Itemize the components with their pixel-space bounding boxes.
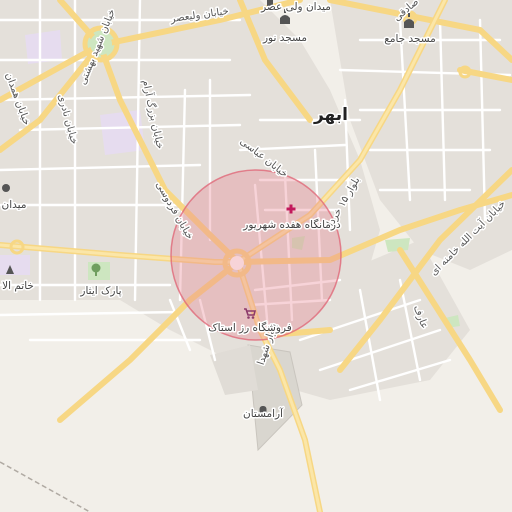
poi-label: آرامستان bbox=[243, 407, 284, 420]
poi-label: مسجد جامع bbox=[384, 33, 436, 45]
poi-label: خاتم الا bbox=[2, 280, 34, 292]
highlight-circle[interactable] bbox=[170, 169, 342, 341]
poi-label: میدان bbox=[2, 199, 27, 211]
poi-label: مسجد نور bbox=[262, 32, 307, 44]
map-canvas[interactable]: خیابان ولیعصر خیابان همدان خیابان نادری … bbox=[0, 0, 512, 512]
poi-label: میدان ولی عصر bbox=[260, 1, 331, 13]
poi-label: پارک ایثار bbox=[79, 285, 121, 297]
poi-label: فروشگاه رز استاک bbox=[208, 321, 291, 334]
monument-icon bbox=[2, 184, 10, 192]
poi-label: درمانگاه هفده شهریور bbox=[242, 218, 341, 231]
city-label: ابهر bbox=[313, 105, 348, 125]
